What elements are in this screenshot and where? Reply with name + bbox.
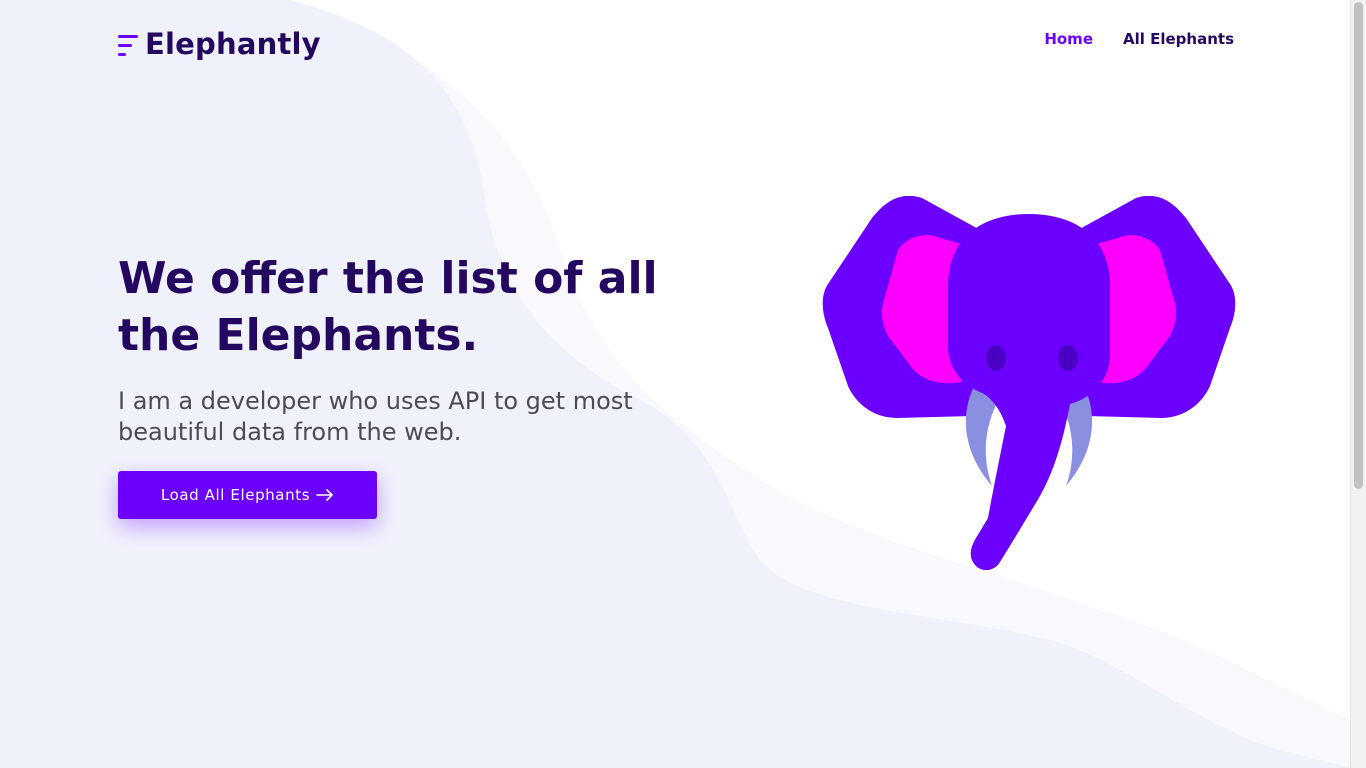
elephant-head-illustration (822, 196, 1236, 571)
left-eye (986, 345, 1006, 371)
hero-section: We offer the list of all the Elephants. … (118, 250, 678, 519)
scrollbar-thumb[interactable] (1354, 2, 1363, 489)
nav-link-all-elephants[interactable]: All Elephants (1123, 30, 1234, 48)
hero-subtitle: I am a developer who uses API to get mos… (118, 387, 633, 446)
right-eye (1058, 345, 1078, 371)
cta-label: Load All Elephants (160, 486, 311, 504)
hero-title: We offer the list of all the Elephants. (118, 253, 658, 361)
main-nav: Home All Elephants (1044, 30, 1234, 48)
arrow-right-icon (316, 489, 333, 501)
page-scrollbar[interactable] (1350, 0, 1366, 768)
brand-logo-link[interactable]: Elephantly (118, 24, 321, 64)
landing-page: Elephantly Home All Elephants We offer t… (0, 0, 1366, 768)
nav-link-home[interactable]: Home (1044, 30, 1093, 48)
site-header: Elephantly Home All Elephants (118, 24, 1234, 64)
three-lines-logo-icon (118, 30, 140, 58)
load-all-elephants-button[interactable]: Load All Elephants (118, 471, 377, 519)
brand-name: Elephantly (145, 27, 321, 61)
